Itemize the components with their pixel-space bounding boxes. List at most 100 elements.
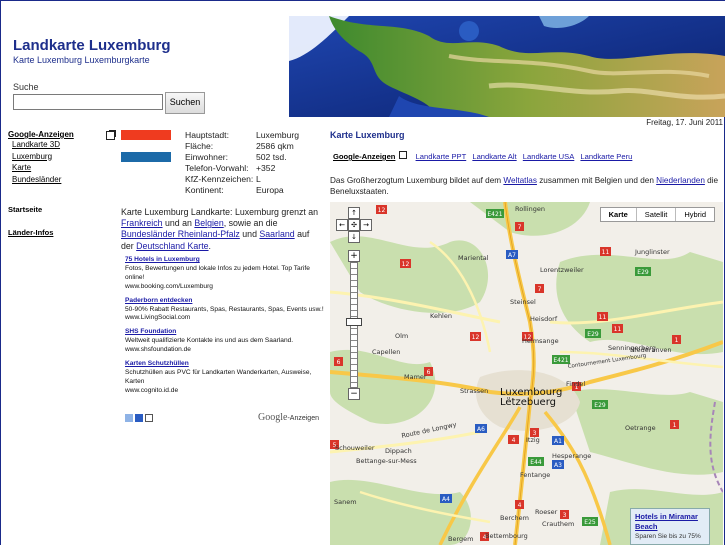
place-label: Lorentzweiler [540,266,584,274]
svg-text:E421: E421 [553,357,568,364]
pan-right-icon[interactable]: → [360,219,372,231]
road-shield: E44 [528,457,544,466]
place-label: Bettange-sur-Mess [356,457,417,465]
link-landkarte-ppt[interactable]: Landkarte PPT [416,152,467,161]
svg-text:12: 12 [378,207,386,214]
svg-text:7: 7 [538,286,542,293]
place-label: Steinsel [510,298,536,306]
zoom-out-button[interactable]: − [348,388,360,400]
google-ads-label[interactable]: Google-Anzeigen [258,412,319,423]
nav-laender-infos[interactable]: Länder-Infos [8,228,53,237]
ad-item: 75 Hotels in Luxemburg Fotos, Bewertunge… [125,256,325,292]
ad-link-row: Google-Anzeigen Landkarte PPT Landkarte … [333,151,636,161]
ad-url[interactable]: www.booking.com/Luxemburg [125,283,325,292]
search-input[interactable] [13,94,163,110]
europe-relief-banner [289,16,725,117]
road-shield: 11 [612,324,623,333]
svg-text:A1: A1 [554,438,562,445]
ad-text: Weltweit qualifizierte Kontakte ins und … [125,337,294,345]
svg-text:12: 12 [402,261,410,268]
link-bundeslaender[interactable]: Bundesländer Rheinland-Pfalz [121,229,240,239]
next-ad-icon[interactable] [135,414,143,422]
link-belgien[interactable]: Belgien [194,218,223,228]
ad-title[interactable]: Paderborn entdecken [125,297,325,306]
svg-text:11: 11 [599,314,607,321]
city-label-letzebuerg[interactable]: Lëtzebuerg [500,397,556,408]
ad-url[interactable]: www.cognito.id.de [125,387,325,396]
ad-title[interactable]: Karten Schutzhüllen [125,360,325,369]
road-shield: E29 [585,329,601,338]
link-landkarte-usa[interactable]: Landkarte USA [523,152,575,161]
link-niederlanden[interactable]: Niederlanden [656,176,705,185]
main-title: Karte Luxemburg [330,130,405,140]
ads-suffix: -Anzeigen [287,415,319,422]
map-ad-infobox[interactable]: Hotels in Miramar Beach Sparen Sie bis z… [630,508,710,545]
place-label: Hesperange [552,452,591,460]
previous-ad-icon[interactable] [125,414,133,422]
google-map[interactable]: 12 7 12 A7 11 7 E29 11 12 12 E29 1 E421 … [330,202,723,545]
main-description: Das Großherzogtum Luxemburg bildet auf d… [330,175,722,197]
link-frankreich[interactable]: Frankreich [121,218,163,228]
fact-value: L [256,174,261,185]
ad-info-icon[interactable] [145,414,153,422]
zoom-in-button[interactable]: + [348,250,360,262]
nav-startseite[interactable]: Startseite [8,205,42,214]
ad-url[interactable]: www.shsfoundation.de [125,346,325,355]
ad-navigation [125,414,155,423]
ad-title[interactable]: SHS Foundation [125,328,325,337]
sidebar-item-landkarte-3d[interactable]: Landkarte 3D [12,140,60,149]
map-ad-text: Sparen Sie bis zu 75% [635,533,701,540]
sidebar-item-karte[interactable]: Karte [12,163,31,172]
map-type-satellit[interactable]: Satellit [635,208,676,221]
pan-down-icon[interactable]: ↓ [348,231,360,243]
place-label: Kehlen [430,312,452,320]
external-link-icon[interactable] [106,130,116,140]
svg-text:A6: A6 [477,426,485,433]
svg-text:A4: A4 [442,496,450,503]
external-link-icon[interactable] [399,151,408,159]
fact-row: Einwohner: 502 tsd. [185,152,299,163]
sidebar-item-luxemburg[interactable]: Luxemburg [12,152,52,161]
place-label: Oetrange [625,424,656,432]
link-landkarte-alt[interactable]: Landkarte Alt [472,152,516,161]
desc-text: . [208,240,211,251]
map-type-karte[interactable]: Karte [601,208,636,221]
zoom-slider-handle[interactable] [346,318,362,326]
place-label: Junglinster [634,248,670,256]
search-button[interactable]: Suchen [165,92,205,114]
fact-key: KfZ-Kennzeichen: [185,174,254,185]
svg-text:A7: A7 [508,252,516,259]
ad-url[interactable]: www.LivingSocial.com [125,314,325,323]
pan-left-icon[interactable]: ← [336,219,348,231]
fact-key: Fläche: [185,141,214,152]
ad-item: SHS Foundation Weltweit qualifizierte Ko… [125,328,325,355]
road-shield: 1 [670,420,679,429]
header: Landkarte Luxemburg Karte Luxemburg Luxe… [1,1,725,117]
road-shield: E29 [635,267,651,276]
desc-text: Karte Luxemburg Landkarte: Luxemburg gre… [121,207,319,217]
map-ad-title[interactable]: Hotels in Miramar Beach [635,512,705,531]
road-shield: A6 [475,424,487,433]
pan-up-icon[interactable]: ↑ [348,207,360,219]
svg-text:E29: E29 [594,402,606,409]
site-title[interactable]: Landkarte Luxemburg [13,37,171,54]
ad-title[interactable]: 75 Hotels in Luxemburg [125,256,325,265]
road-shield: 11 [600,247,611,256]
pan-center-icon[interactable]: ✣ [348,219,360,231]
fact-row: Kontinent: Europa [185,185,299,196]
road-shield: A4 [440,494,452,503]
ad-text: Fotos, Bewertungen und lokale Infos zu j… [125,264,310,281]
sidebar-ads-heading[interactable]: Google-Anzeigen [8,130,118,139]
sidebar-item-bundeslaender[interactable]: Bundesländer [12,175,61,184]
map-type-hybrid[interactable]: Hybrid [675,208,714,221]
ad-links-heading[interactable]: Google-Anzeigen [333,152,395,161]
svg-text:4: 4 [518,502,522,509]
svg-text:1: 1 [673,422,677,429]
link-deutschland-karte[interactable]: Deutschland Karte [136,241,208,251]
ad-text: Schutzhüllen aus PVC für Landkarten Wand… [125,368,312,385]
link-landkarte-peru[interactable]: Landkarte Peru [580,152,632,161]
link-saarland[interactable]: Saarland [259,229,294,239]
link-weltatlas[interactable]: Weltatlas [503,176,537,185]
desc-text: zusammen mit Belgien und den [536,176,657,185]
map-pan-control[interactable]: ↑ ← ✣ → ↓ [336,207,372,243]
